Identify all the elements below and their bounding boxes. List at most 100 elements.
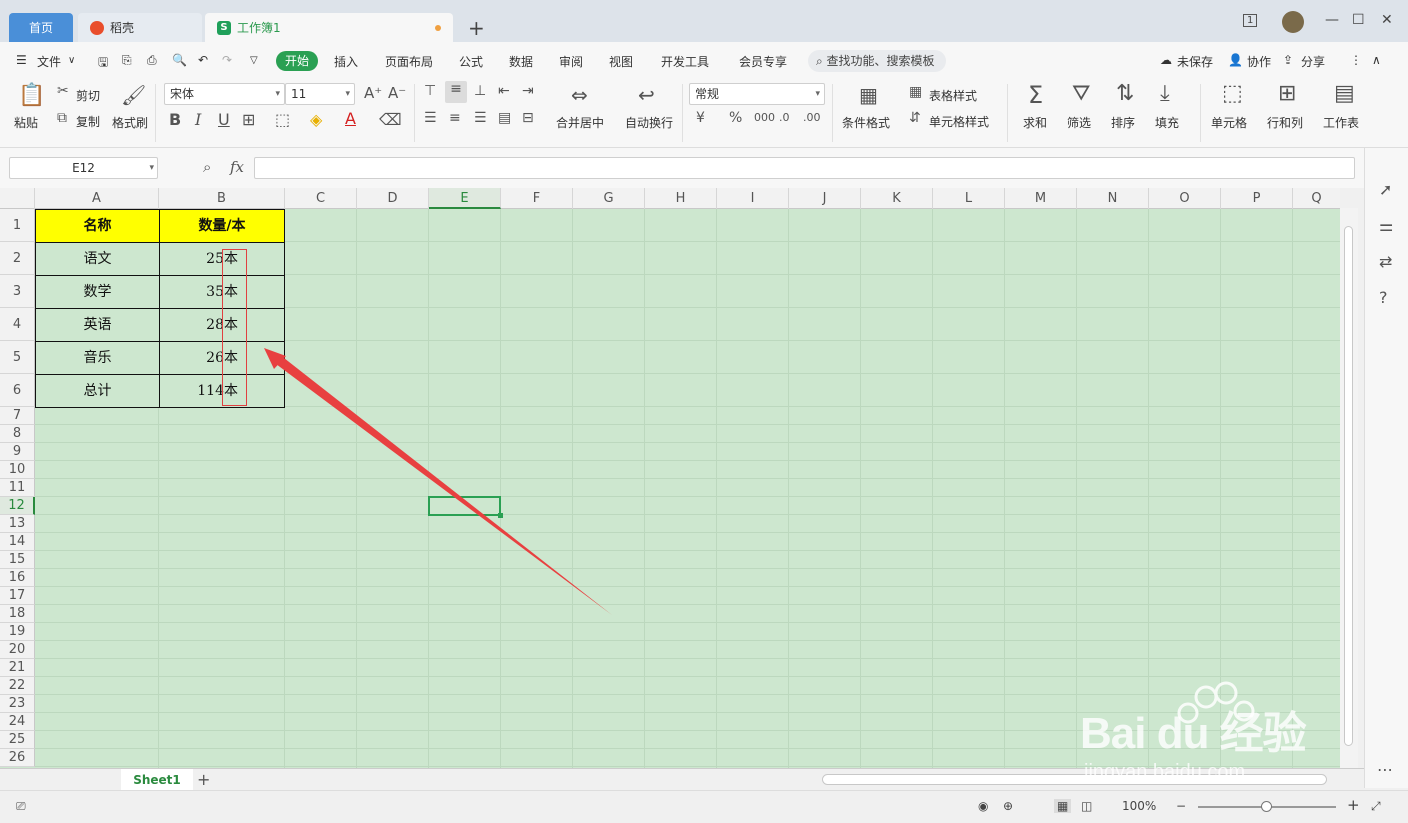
cell-style-button[interactable]: 单元格样式 — [929, 113, 989, 130]
distributed-icon[interactable]: ⊟ — [522, 110, 534, 126]
menu-view[interactable]: 视图 — [609, 53, 633, 70]
menu-developer[interactable]: 开发工具 — [661, 53, 709, 70]
help-icon[interactable]: ? — [1379, 288, 1388, 307]
cut-button[interactable]: 剪切 — [76, 87, 100, 104]
search-input[interactable]: ⌕ 查找功能、搜索模板 — [808, 50, 946, 72]
macro-icon[interactable]: ⎚ — [16, 799, 26, 814]
format-painter-icon[interactable]: 🖌 — [121, 83, 146, 107]
align-right-icon[interactable]: ☰ — [474, 110, 487, 126]
maximize-icon[interactable]: ☐ — [1352, 12, 1365, 28]
settings-sliders-icon[interactable]: ⚌ — [1379, 216, 1393, 235]
border-icon[interactable]: ⊞ — [242, 110, 255, 129]
merge-center-icon[interactable]: ⇔ — [571, 83, 588, 107]
copy-icon[interactable]: ⧉ — [57, 110, 67, 126]
sum-icon[interactable]: Σ — [1028, 81, 1043, 109]
rowcol-icon[interactable]: ⊞ — [1278, 81, 1296, 106]
save-icon[interactable]: 🖫 — [98, 53, 108, 74]
zoom-formula-icon[interactable]: ⌕ — [203, 158, 211, 176]
menu-start[interactable]: 开始 — [276, 51, 318, 71]
cut-icon[interactable]: ✂ — [57, 83, 69, 99]
collab-button[interactable]: 协作 — [1247, 53, 1271, 70]
align-left-icon[interactable]: ☰ — [424, 110, 437, 126]
redo-icon[interactable]: ↷ — [222, 53, 232, 67]
percent-icon[interactable]: % — [729, 110, 742, 126]
tab-workbook[interactable]: S 工作簿1 — [205, 13, 453, 42]
cursor-icon[interactable]: ➚ — [1379, 180, 1392, 199]
table-style-icon[interactable]: ▦ — [909, 84, 922, 100]
eye-protection-icon[interactable]: ◉ — [978, 799, 988, 813]
indent-increase-icon[interactable]: ⇥ — [522, 83, 534, 99]
vertical-scrollbar[interactable] — [1340, 208, 1358, 768]
add-sheet-icon[interactable]: + — [197, 770, 210, 789]
align-center-icon[interactable]: ≡ — [449, 110, 461, 126]
merge-center-button[interactable]: 合并居中 — [556, 114, 604, 131]
zoom-in-icon[interactable]: + — [1347, 796, 1360, 814]
font-size-select[interactable]: 11 ▾ — [285, 83, 355, 105]
copy-button[interactable]: 复制 — [76, 113, 100, 130]
decrease-decimal-icon[interactable]: .00 — [803, 111, 821, 124]
normal-view-icon[interactable]: ▦ — [1054, 799, 1072, 813]
align-middle-icon[interactable]: ≡ — [445, 81, 467, 103]
wrap-text-icon[interactable]: ↩ — [638, 83, 655, 107]
name-box[interactable]: E12 ▾ — [9, 157, 158, 179]
clear-format-icon[interactable]: ⌫ — [379, 110, 402, 129]
font-color-icon[interactable]: A — [345, 109, 356, 128]
increase-decimal-icon[interactable]: .0 — [779, 111, 790, 124]
spreadsheet-grid[interactable]: ABCDEFGHIJKLMNOPQ 1 2 3 4 5 6 7 8 9 10 11 12 13 14 15 1… — [0, 188, 1340, 768]
minimize-icon[interactable]: — — [1325, 12, 1339, 28]
wrap-text-button[interactable]: 自动换行 — [625, 114, 673, 131]
page-count-badge[interactable]: 1 — [1243, 14, 1258, 27]
sum-button[interactable]: 求和 — [1023, 114, 1047, 131]
filter-icon[interactable]: ⛛ — [1072, 81, 1090, 106]
fill-color-icon[interactable]: ◈ — [310, 110, 322, 129]
paste-button[interactable]: 粘贴 — [14, 114, 38, 131]
font-name-select[interactable]: 宋体 ▾ — [164, 83, 285, 105]
format-painter-button[interactable]: 格式刷 — [112, 114, 148, 131]
align-top-icon[interactable]: ⊤ — [424, 83, 436, 99]
fx-icon[interactable]: fx — [230, 158, 244, 176]
filter-button[interactable]: 筛选 — [1067, 114, 1091, 131]
undo-icon[interactable]: ↶ — [198, 53, 208, 67]
cell-icon[interactable]: ⬚ — [1222, 81, 1243, 106]
bold-icon[interactable]: B — [169, 110, 181, 129]
avatar[interactable] — [1282, 11, 1304, 33]
view-mode-icon[interactable]: ⊕ — [1003, 799, 1013, 813]
paste-icon[interactable]: 📋 — [18, 83, 45, 108]
conditional-format-icon[interactable]: ▦ — [859, 83, 878, 107]
menu-formulas[interactable]: 公式 — [459, 53, 483, 70]
indent-decrease-icon[interactable]: ⇤ — [498, 83, 510, 99]
fill-icon[interactable]: ⤓ — [1160, 81, 1170, 106]
zoom-out-icon[interactable]: − — [1176, 799, 1186, 813]
export-icon[interactable]: ⎘ — [122, 53, 132, 68]
cell-style-icon[interactable]: ⇵ — [909, 110, 921, 126]
menu-review[interactable]: 审阅 — [559, 53, 583, 70]
zoom-slider-thumb[interactable] — [1261, 801, 1272, 812]
worksheet-button[interactable]: 工作表 — [1323, 114, 1359, 131]
sheet-tab-sheet1[interactable]: Sheet1 — [121, 769, 193, 791]
table-style-button[interactable]: 表格样式 — [929, 87, 977, 104]
menu-insert[interactable]: 插入 — [334, 53, 358, 70]
underline-icon[interactable]: U — [218, 110, 230, 129]
menu-page-layout[interactable]: 页面布局 — [385, 53, 433, 70]
new-tab-button[interactable]: + — [468, 16, 485, 40]
vertical-scroll-thumb[interactable] — [1344, 226, 1353, 746]
conditional-format-button[interactable]: 条件格式 — [842, 114, 890, 131]
share-button[interactable]: 分享 — [1301, 53, 1325, 70]
italic-icon[interactable]: I — [195, 110, 201, 129]
number-format-select[interactable]: 常规 ▾ — [689, 83, 825, 105]
unsaved-status[interactable]: 未保存 — [1177, 53, 1213, 70]
currency-icon[interactable]: ¥ — [696, 110, 705, 126]
decrease-font-icon[interactable]: A⁻ — [388, 84, 406, 102]
worksheet-icon[interactable]: ▤ — [1334, 81, 1355, 106]
menu-data[interactable]: 数据 — [509, 53, 533, 70]
thousands-icon[interactable]: 000 — [754, 111, 775, 124]
page-view-icon[interactable]: ◫ — [1081, 799, 1092, 813]
tab-home[interactable]: 首页 — [9, 13, 73, 42]
fullscreen-icon[interactable]: ⤢ — [1371, 799, 1381, 814]
increase-font-icon[interactable]: A⁺ — [364, 84, 382, 102]
zoom-level[interactable]: 100% — [1122, 799, 1156, 813]
fill-button[interactable]: 填充 — [1155, 114, 1179, 131]
rowcol-button[interactable]: 行和列 — [1267, 114, 1303, 131]
print-preview-icon[interactable]: 🔍 — [172, 53, 187, 67]
sort-button[interactable]: 排序 — [1111, 114, 1135, 131]
